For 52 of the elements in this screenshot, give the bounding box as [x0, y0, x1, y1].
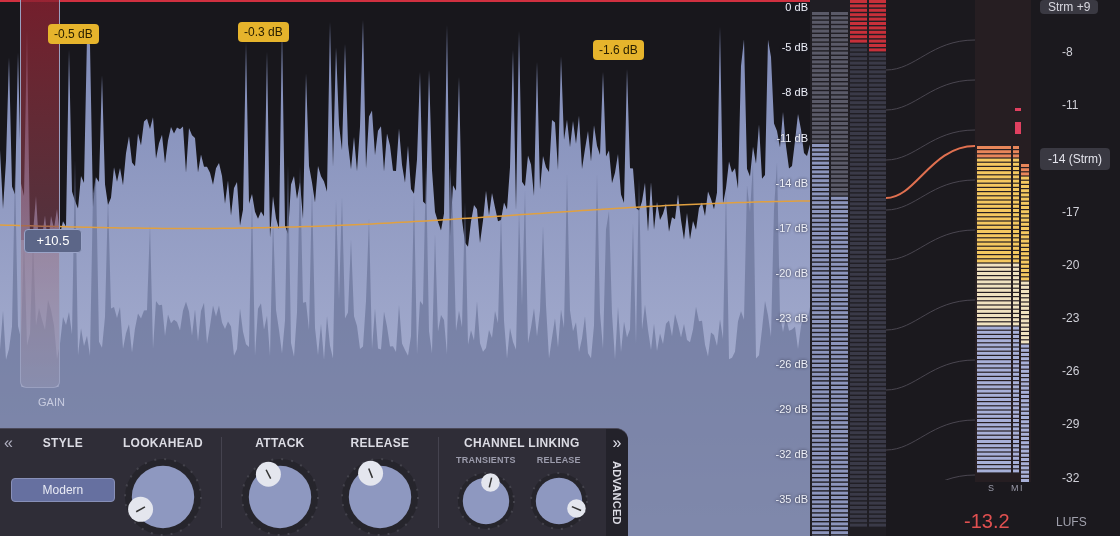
knob-label: LOOKAHEAD — [122, 435, 203, 452]
knob-thumb[interactable] — [358, 460, 383, 486]
collapse-button[interactable]: « — [4, 433, 13, 453]
knob-thumb[interactable] — [255, 461, 281, 487]
peak-tag: -1.6 dB — [593, 40, 644, 60]
knob[interactable] — [340, 458, 419, 536]
db-scale-label: -17 dB — [775, 221, 808, 235]
peak-tag: -0.5 dB — [48, 24, 99, 44]
loudness-scale-label: -17 — [1062, 205, 1080, 219]
meter-channel-label: M — [1011, 482, 1019, 495]
db-scale-label: -8 dB — [781, 85, 808, 100]
streaming-target-badge[interactable]: Strm +9 — [1040, 0, 1099, 14]
gain-label: GAIN — [38, 395, 65, 410]
knob[interactable] — [123, 458, 202, 536]
loudness-unit: LUFS — [1056, 514, 1087, 531]
db-scale-label: -14 dB — [775, 175, 808, 190]
peak-tag: -0.3 dB — [238, 22, 289, 42]
db-scale-label: -29 dB — [775, 401, 808, 416]
loudness-value: -13.2 — [964, 509, 1010, 534]
knob[interactable] — [240, 458, 319, 536]
meter-channel-label: S — [988, 482, 994, 495]
loudness-scale-label: -32 — [1062, 471, 1080, 485]
db-scale-label: 0 dB — [785, 0, 808, 14]
db-scale-label: -35 dB — [775, 492, 808, 507]
advanced-tab[interactable]: ADVANCED — [608, 461, 626, 525]
knob[interactable] — [456, 471, 515, 530]
loudness-scale-label: -8 — [1062, 45, 1073, 59]
knob-label: RELEASE — [536, 454, 581, 467]
meter-channel-label: I — [1020, 482, 1023, 495]
style-dropdown[interactable]: Modern — [10, 478, 115, 502]
style-label: STYLE — [42, 435, 83, 452]
db-scale-label: -32 dB — [775, 447, 808, 461]
knob-label: RELEASE — [350, 435, 410, 452]
db-scale-label: -26 dB — [775, 356, 808, 371]
target-level-badge[interactable]: -14 (Strm) — [1040, 148, 1110, 170]
channel-linking-label: CHANNEL LINKING — [464, 435, 580, 452]
db-scale-label: -20 dB — [775, 266, 808, 281]
knob-thumb[interactable] — [128, 496, 153, 522]
knob-label: TRANSIENTS — [456, 454, 516, 467]
knob-label: ATTACK — [255, 435, 305, 452]
db-scale-label: -5 dB — [781, 40, 808, 55]
knob-thumb[interactable] — [481, 472, 500, 492]
loudness-scale-label: -11 — [1062, 98, 1079, 112]
loudness-scale-label: -23 — [1062, 311, 1080, 325]
expand-button[interactable]: » — [612, 433, 622, 453]
loudness-scale-label: -20 — [1062, 258, 1080, 272]
loudness-scale-label: -26 — [1062, 364, 1080, 378]
knob-thumb[interactable] — [566, 498, 586, 518]
knob[interactable] — [529, 471, 588, 530]
gain-value: +10.5 — [24, 228, 82, 253]
loudness-scale-label: -29 — [1062, 417, 1080, 431]
db-scale-label: -23 dB — [775, 311, 808, 326]
